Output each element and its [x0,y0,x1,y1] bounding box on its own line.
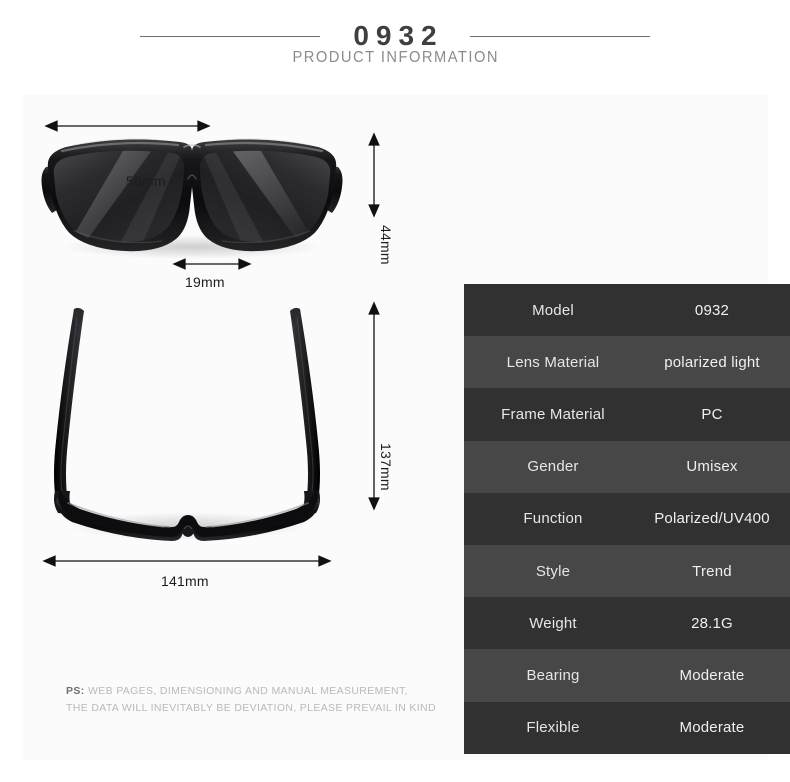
spec-key: Lens Material [506,353,600,371]
table-row: Model 0932 [464,284,790,337]
spec-key: Function [523,510,583,528]
spec-value: 28.1G [691,614,733,632]
page-title: 0932 [353,20,444,51]
dimension-label-bridge-width: 19mm [185,274,225,290]
disclaimer-prefix: PS: [66,685,85,697]
table-row: Function Polarized/UV400 [464,492,790,545]
spec-key: Bearing [526,666,580,684]
disclaimer-line-1: PS: WEB PAGES, DIMENSIONING AND MANUAL M… [66,683,486,700]
dimension-label-lens-width: 56mm [126,173,166,189]
product-information-page: 0932 PRODUCT INFORMATION 56mm 44mm 19mm … [0,0,790,782]
spec-value: Polarized/UV400 [654,510,770,528]
spec-key: Flexible [526,719,580,737]
spec-value: Umisex [686,458,738,476]
table-row: Style Trend [464,544,790,598]
page-subtitle: PRODUCT INFORMATION [292,49,499,66]
dimension-label-temple-length: 137mm [378,443,394,491]
spec-value: 0932 [694,301,730,319]
content-panel: 56mm 44mm 19mm 137mm 141mm Model 0932 Le… [22,95,790,760]
dimension-label-frame-width: 141mm [161,573,209,589]
table-row: Weight 28.1G [464,597,790,650]
spec-key: Gender [527,458,579,476]
spec-value: Moderate [679,719,745,737]
table-row: Bearing Moderate [464,649,790,702]
spec-value: polarized light [664,353,760,371]
page-header: 0932 PRODUCT INFORMATION [0,0,790,95]
table-row: Frame Material PC [464,388,790,441]
header-divider-right [469,35,650,37]
spec-value: Moderate [679,666,745,684]
disclaimer-text-1: WEB PAGES, DIMENSIONING AND MANUAL MEASU… [88,685,408,697]
disclaimer-line-2: THE DATA WILL INEVITABLY BE DEVIATION, P… [66,702,436,714]
dimension-label-lens-height: 44mm [378,225,394,265]
disclaimer-note: PS: WEB PAGES, DIMENSIONING AND MANUAL M… [66,683,486,717]
product-dimension-drawings: 56mm 44mm 19mm 137mm 141mm [22,95,442,715]
header-divider-left [140,35,321,37]
spec-key: Style [535,562,571,580]
spec-key: Weight [529,614,577,632]
table-row: Lens Material polarized light [464,336,790,389]
table-row: Flexible Moderate [464,701,790,754]
specification-table: Model 0932 Lens Material polarized light… [464,284,790,754]
spec-key: Frame Material [501,405,605,423]
spec-value: PC [701,405,723,423]
table-row: Gender Umisex [464,440,790,493]
spec-key: Model [532,301,574,319]
spec-value: Trend [692,562,732,580]
